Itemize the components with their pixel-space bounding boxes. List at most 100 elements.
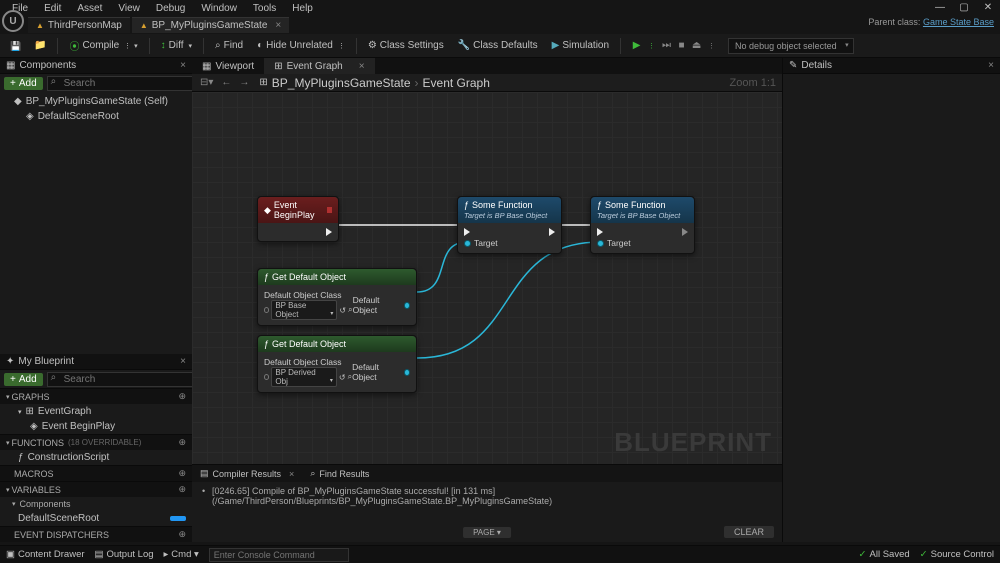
add-dispatcher-button[interactable]: ⊕ bbox=[178, 529, 186, 540]
eventgraph-item[interactable]: ▾⊞ EventGraph bbox=[0, 404, 192, 419]
save-button[interactable] bbox=[4, 36, 26, 56]
class-in-pin[interactable] bbox=[264, 307, 269, 313]
tab-viewport[interactable]: ▦ Viewport bbox=[192, 58, 264, 74]
tab-find-results[interactable]: Find Results bbox=[302, 466, 377, 481]
node-some-function-1[interactable]: ƒSome Function Target is BP Base Object … bbox=[457, 196, 562, 254]
exec-out-pin[interactable] bbox=[682, 228, 688, 236]
window-maximize-button[interactable]: ▢ bbox=[952, 0, 976, 14]
reset-icon[interactable]: ↺ bbox=[339, 373, 346, 382]
console-input[interactable] bbox=[209, 548, 349, 562]
class-selector[interactable]: BP Base Object bbox=[271, 300, 337, 320]
gear-icon bbox=[368, 40, 377, 51]
exec-out-pin[interactable] bbox=[326, 228, 332, 236]
window-minimize-button[interactable]: — bbox=[928, 0, 952, 14]
target-in-pin[interactable] bbox=[464, 240, 471, 247]
log-line[interactable]: [0246.65] Compile of BP_MyPluginsGameSta… bbox=[200, 486, 774, 506]
exec-in-pin[interactable] bbox=[464, 228, 470, 236]
skip-button[interactable]: ⏭ bbox=[660, 39, 673, 52]
class-settings-button[interactable]: Class Settings bbox=[362, 36, 450, 56]
simulation-icon: ▶ bbox=[552, 40, 560, 51]
find-button[interactable]: Find bbox=[209, 36, 249, 56]
parent-class-link[interactable]: Game State Base bbox=[923, 17, 994, 27]
tab-blueprint[interactable]: ▲ BP_MyPluginsGameState × bbox=[132, 17, 289, 33]
menu-debug[interactable]: Debug bbox=[148, 1, 193, 16]
class-selector[interactable]: BP Derived Obj bbox=[271, 367, 337, 387]
window-close-button[interactable]: ✕ bbox=[976, 0, 1000, 14]
macros-section-header[interactable]: MACROS ⊕ bbox=[0, 465, 192, 481]
exec-out-pin[interactable] bbox=[549, 228, 555, 236]
nav-forward-button[interactable]: → bbox=[237, 77, 251, 88]
object-out-pin[interactable] bbox=[404, 369, 411, 376]
target-in-pin[interactable] bbox=[597, 240, 604, 247]
node-event-beginplay[interactable]: ◆Event BeginPlay bbox=[257, 196, 339, 242]
nav-menu-button[interactable]: ⊟▾ bbox=[198, 77, 215, 88]
compile-button[interactable]: ⦿Compile⋮▾ bbox=[63, 36, 143, 56]
output-log-button[interactable]: ▤Output Log bbox=[95, 549, 154, 560]
constructionscript-item[interactable]: ƒ ConstructionScript bbox=[0, 450, 192, 465]
all-saved-status[interactable]: ✓All Saved bbox=[859, 549, 910, 560]
exec-in-pin[interactable] bbox=[597, 228, 603, 236]
component-child-item[interactable]: ◈ DefaultSceneRoot bbox=[0, 109, 192, 124]
components-search-input[interactable] bbox=[47, 76, 201, 91]
tab-compiler-results[interactable]: ▤ Compiler Results × bbox=[192, 466, 302, 481]
play-button[interactable]: ▶ bbox=[630, 39, 643, 52]
add-function-button[interactable]: ⊕ bbox=[178, 437, 186, 448]
play-more-button[interactable]: ⋮ bbox=[705, 39, 718, 52]
breadcrumb[interactable]: BP_MyPluginsGameState › Event Graph bbox=[272, 76, 490, 90]
menu-edit[interactable]: Edit bbox=[36, 1, 69, 16]
diff-button[interactable]: ↕Diff▾ bbox=[155, 36, 198, 56]
node-get-default-object-1[interactable]: ƒGet Default Object Default Object Class… bbox=[257, 268, 417, 326]
clear-button[interactable]: CLEAR bbox=[724, 526, 774, 538]
play-options-button[interactable]: ⋮ bbox=[645, 39, 658, 52]
content-drawer-button[interactable]: ▣Content Drawer bbox=[6, 549, 85, 560]
debug-object-selector[interactable]: No debug object selected bbox=[728, 38, 854, 54]
close-icon[interactable]: × bbox=[275, 20, 281, 31]
close-icon[interactable]: × bbox=[180, 60, 186, 71]
source-control-button[interactable]: ✓Source Control bbox=[920, 549, 994, 560]
menu-tools[interactable]: Tools bbox=[245, 1, 284, 16]
functions-section-header[interactable]: ▾FUNCTIONS (18 OVERRIDABLE) ⊕ bbox=[0, 434, 192, 450]
nav-back-button[interactable]: ← bbox=[219, 77, 233, 88]
myblueprint-search-input[interactable] bbox=[47, 372, 201, 387]
add-variable-button[interactable]: ⊕ bbox=[178, 484, 186, 495]
menu-asset[interactable]: Asset bbox=[69, 1, 110, 16]
page-selector[interactable]: PAGE ▾ bbox=[463, 527, 511, 538]
myblueprint-panel-tab[interactable]: ✦ My Blueprint × bbox=[0, 354, 192, 370]
menu-window[interactable]: Window bbox=[193, 1, 245, 16]
reset-icon[interactable]: ↺ bbox=[339, 306, 346, 315]
var-group-components[interactable]: ▾Components bbox=[0, 497, 192, 511]
simulation-button[interactable]: ▶Simulation bbox=[546, 36, 615, 56]
variables-section-header[interactable]: ▾VARIABLES ⊕ bbox=[0, 481, 192, 497]
node-some-function-2[interactable]: ƒSome Function Target is BP Base Object … bbox=[590, 196, 695, 254]
event-beginplay-item[interactable]: ◈ Event BeginPlay bbox=[0, 419, 192, 434]
graph-canvas[interactable]: ◆Event BeginPlay ƒSome Function Target i… bbox=[192, 92, 782, 464]
hide-unrelated-button[interactable]: ◐Hide Unrelated⋮ bbox=[251, 36, 351, 56]
menu-view[interactable]: View bbox=[110, 1, 148, 16]
close-icon[interactable]: × bbox=[988, 60, 994, 71]
object-out-pin[interactable] bbox=[404, 302, 410, 309]
close-icon[interactable]: × bbox=[289, 469, 294, 479]
eject-button[interactable]: ⏏ bbox=[690, 39, 703, 52]
details-panel-tab[interactable]: ✎ Details × bbox=[783, 58, 1000, 74]
tab-thirdpersonmap[interactable]: ▲ ThirdPersonMap bbox=[28, 17, 130, 33]
tab-eventgraph[interactable]: ⊞ Event Graph × bbox=[264, 58, 374, 74]
menu-help[interactable]: Help bbox=[284, 1, 321, 16]
browse-button[interactable]: 📁 bbox=[28, 36, 52, 56]
node-get-default-object-2[interactable]: ƒGet Default Object Default Object Class… bbox=[257, 335, 417, 393]
dispatchers-section-header[interactable]: EVENT DISPATCHERS ⊕ bbox=[0, 526, 192, 542]
cmd-selector[interactable]: ▸Cmd ▾ bbox=[164, 549, 199, 560]
tab-label: Find Results bbox=[319, 469, 369, 479]
variable-item[interactable]: DefaultSceneRoot bbox=[0, 511, 192, 526]
add-macro-button[interactable]: ⊕ bbox=[178, 468, 186, 479]
class-in-pin[interactable] bbox=[264, 374, 269, 380]
stop-button[interactable]: ■ bbox=[675, 39, 688, 52]
add-blueprint-button[interactable]: +Add bbox=[4, 373, 43, 386]
class-defaults-button[interactable]: 🔧Class Defaults bbox=[452, 36, 544, 56]
close-icon[interactable]: × bbox=[359, 61, 365, 72]
close-icon[interactable]: × bbox=[180, 356, 186, 367]
add-graph-button[interactable]: ⊕ bbox=[178, 391, 186, 402]
components-panel-tab[interactable]: ▦ Components × bbox=[0, 58, 192, 74]
component-root-item[interactable]: ◆ BP_MyPluginsGameState (Self) bbox=[0, 94, 192, 109]
add-component-button[interactable]: +Add bbox=[4, 77, 43, 90]
graphs-section-header[interactable]: ▾GRAPHS ⊕ bbox=[0, 388, 192, 404]
